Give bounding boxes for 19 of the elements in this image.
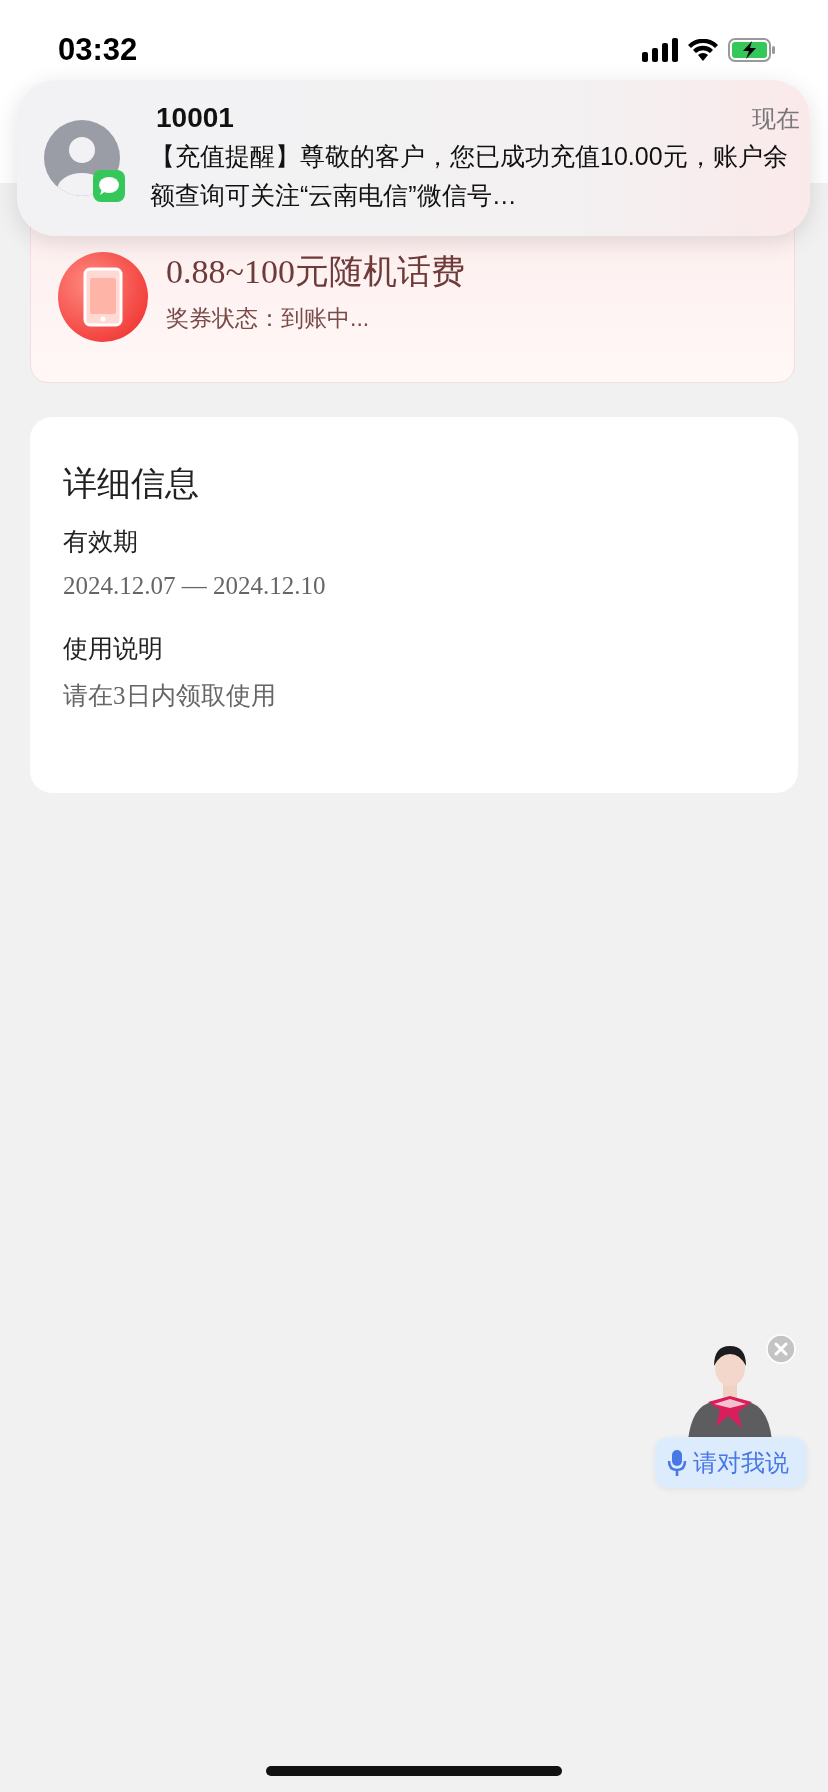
battery-charging-icon [728,38,776,62]
notification-sender: 10001 [156,102,234,134]
voucher-title: 0.88~100元随机话费 [166,252,465,292]
microphone-icon [667,1448,687,1477]
notification-message: 【充值提醒】尊敬的客户，您已成功充值10.00元，账户余额查询可关注“云南电信”微信号… [150,141,789,211]
detail-value: 2024.12.07 — 2024.12.10 [63,572,327,600]
wifi-icon [688,39,718,61]
voucher-status: 奖券状态：到账中... [166,304,371,333]
notification-banner[interactable]: 10001 现在 【充值提醒】尊敬的客户，您已成功充值10.00元，账户余额查询可关注“云南电信”微信号… [17,80,810,236]
message-app-icon [93,170,125,202]
phone-icon [58,252,148,342]
details-title: 详细信息 [63,463,200,504]
notification-time: 现在 [752,104,800,134]
close-icon[interactable] [766,1334,796,1364]
detail-label: 有效期 [63,526,139,557]
signal-icon [642,38,678,62]
status-time: 03:32 [58,32,138,68]
detail-value: 请在3日内领取使用 [63,681,277,711]
detail-label: 使用说明 [63,633,164,664]
